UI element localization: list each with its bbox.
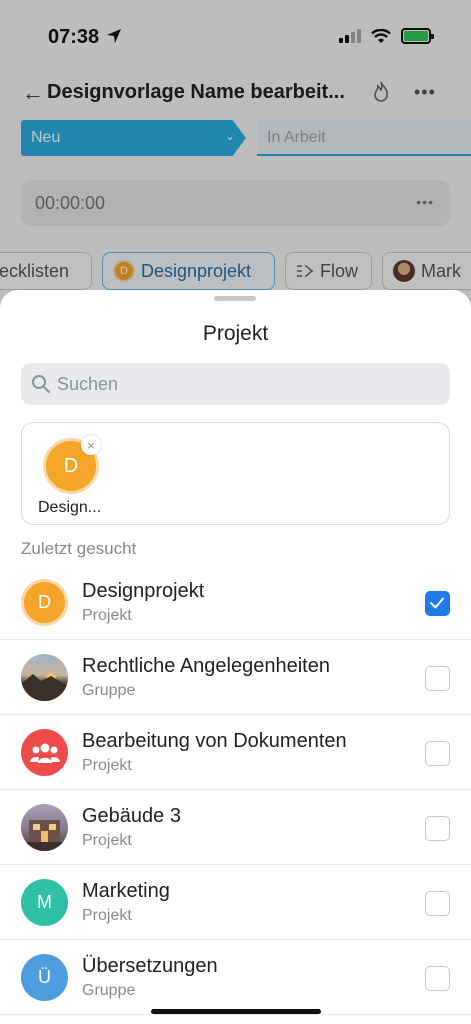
list-item[interactable]: Bearbeitung von Dokumenten Projekt xyxy=(0,715,471,790)
item-checkbox[interactable] xyxy=(425,591,450,616)
remove-selection-icon[interactable]: × xyxy=(81,435,101,455)
project-avatar: D xyxy=(21,579,68,626)
group-photo-avatar xyxy=(21,654,68,701)
checkmark-icon xyxy=(430,597,444,609)
item-checkbox[interactable] xyxy=(425,666,450,691)
list-item[interactable]: D Designprojekt Projekt xyxy=(0,565,471,640)
item-name: Marketing xyxy=(82,880,170,902)
item-name: Designprojekt xyxy=(82,580,205,602)
item-name: Bearbeitung von Dokumenten xyxy=(82,730,347,752)
group-avatar: Ü xyxy=(21,954,68,1001)
selected-items-box: D × Design... xyxy=(21,422,450,525)
section-label: Zuletzt gesucht xyxy=(21,539,137,558)
item-name: Rechtliche Angelegenheiten xyxy=(82,655,330,677)
project-avatar: M xyxy=(21,879,68,926)
item-checkbox[interactable] xyxy=(425,741,450,766)
item-type: Projekt xyxy=(82,607,132,624)
project-list: D Designprojekt Projekt Rechtliche Angel… xyxy=(0,565,471,1015)
group-avatar xyxy=(21,729,68,776)
search-bar[interactable] xyxy=(21,363,450,405)
selected-project-label: Design... xyxy=(38,499,102,516)
item-checkbox[interactable] xyxy=(425,891,450,916)
search-icon xyxy=(32,375,50,393)
list-item[interactable]: Rechtliche Angelegenheiten Gruppe xyxy=(0,640,471,715)
item-checkbox[interactable] xyxy=(425,966,450,991)
sheet-title: Projekt xyxy=(202,322,269,345)
home-indicator xyxy=(151,1009,321,1014)
item-type: Projekt xyxy=(82,757,132,774)
search-input[interactable] xyxy=(57,363,437,405)
item-type: Gruppe xyxy=(82,682,136,699)
item-type: Projekt xyxy=(82,832,132,849)
list-item[interactable]: Gebäude 3 Projekt xyxy=(0,790,471,865)
item-name: Übersetzungen xyxy=(82,955,218,977)
building-photo-avatar xyxy=(21,804,68,851)
project-picker-sheet: Projekt D × Design... Zuletzt gesucht D … xyxy=(0,290,471,1024)
landscape-photo-icon xyxy=(21,673,68,701)
building-photo-icon xyxy=(21,820,68,851)
item-name: Gebäude 3 xyxy=(82,805,181,827)
item-checkbox[interactable] xyxy=(425,816,450,841)
item-type: Projekt xyxy=(82,907,132,924)
sheet-grabber[interactable] xyxy=(214,296,256,301)
users-icon xyxy=(29,743,60,763)
item-type: Gruppe xyxy=(82,982,136,999)
list-item[interactable]: Ü Übersetzungen Gruppe xyxy=(0,940,471,1015)
list-item[interactable]: M Marketing Projekt xyxy=(0,865,471,940)
